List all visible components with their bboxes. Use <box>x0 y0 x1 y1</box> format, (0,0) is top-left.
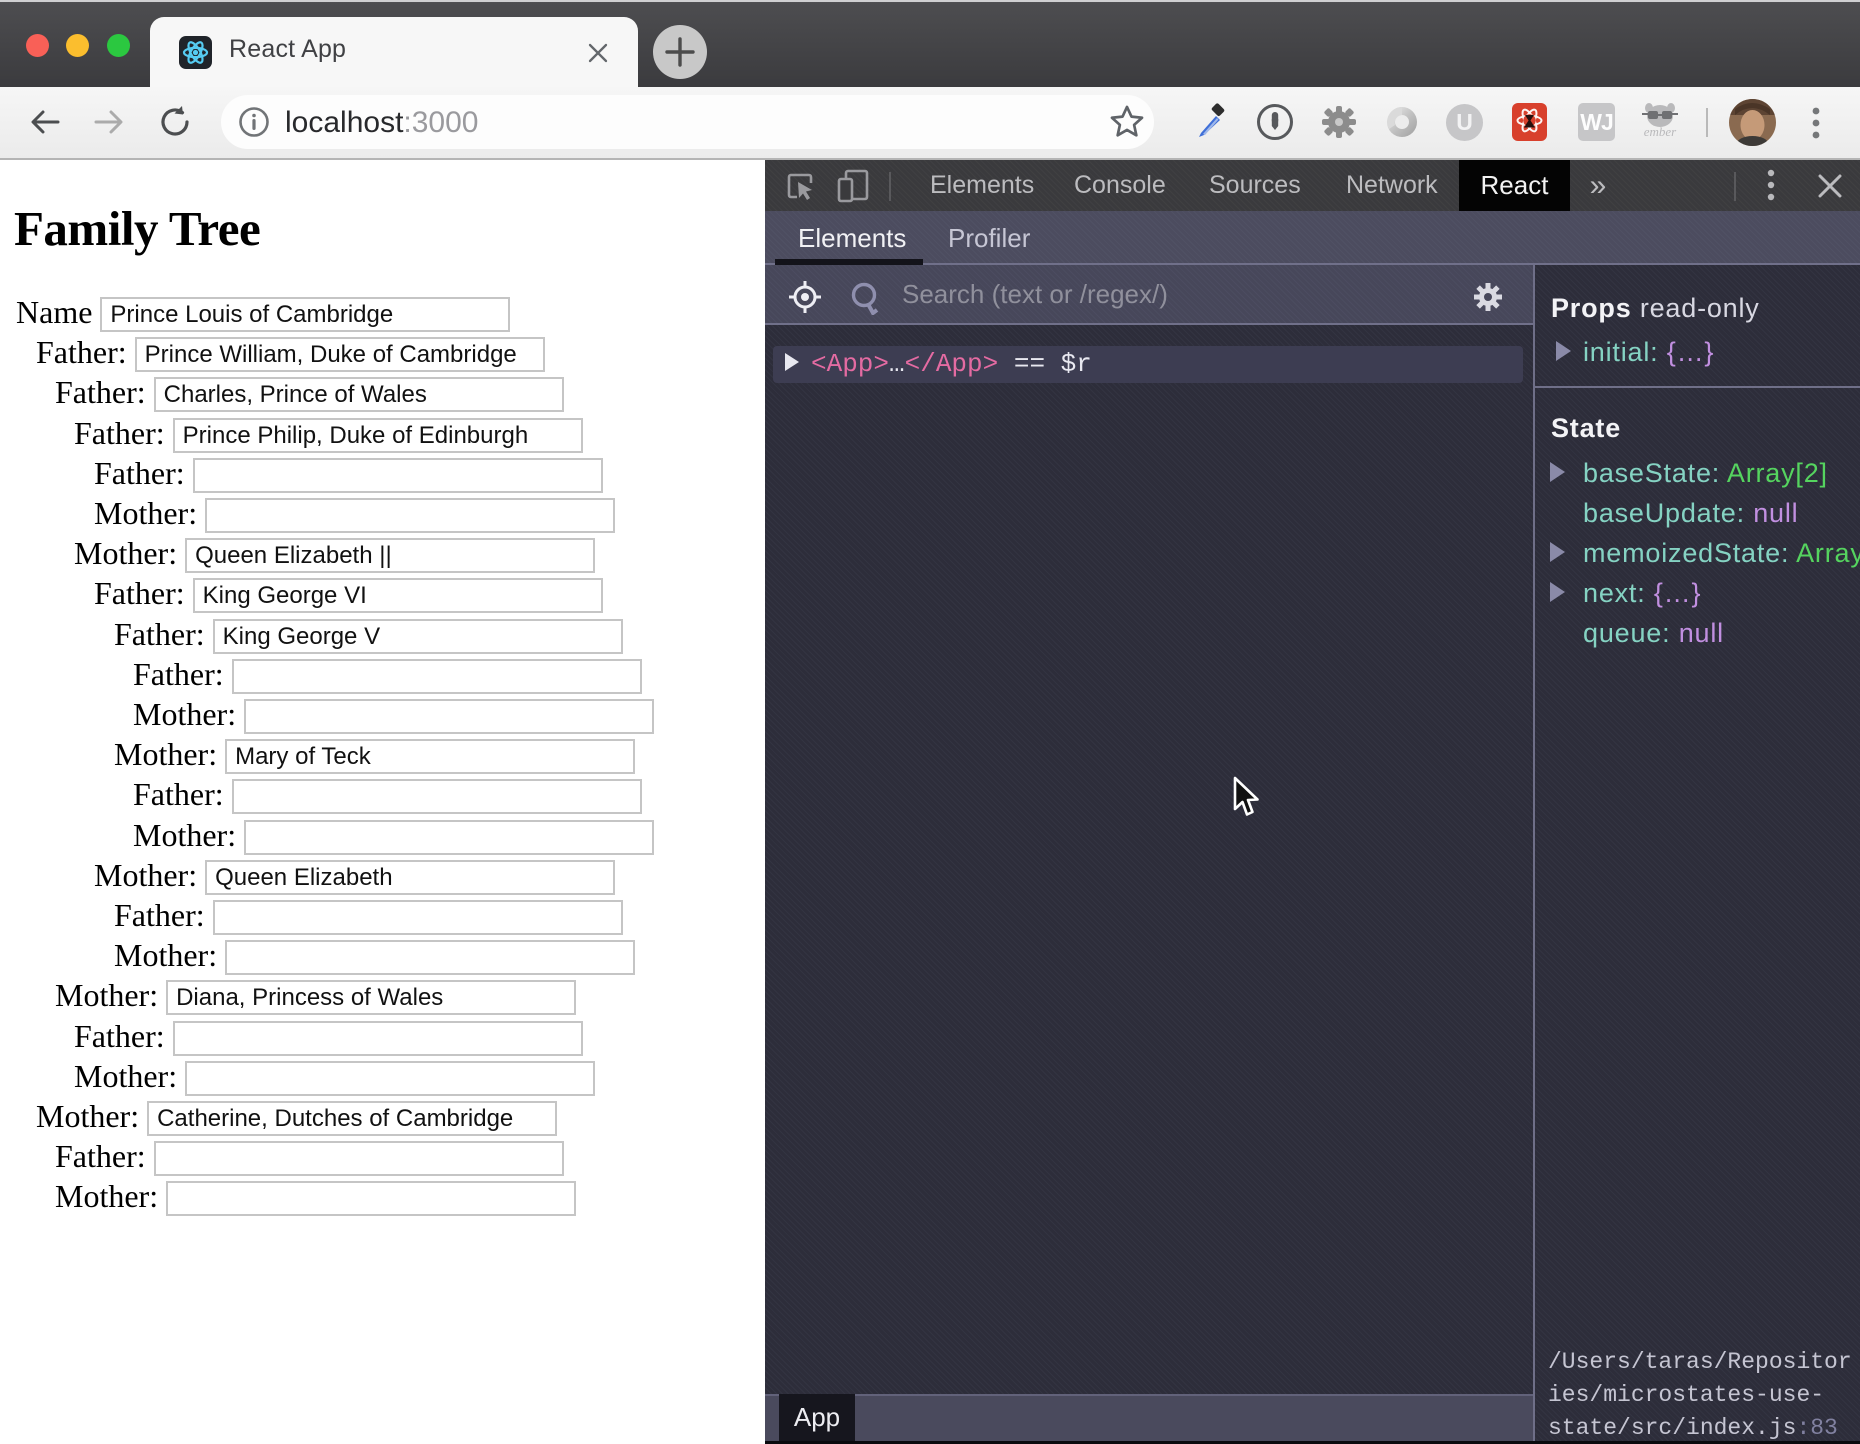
svg-text:ember: ember <box>1644 124 1677 139</box>
